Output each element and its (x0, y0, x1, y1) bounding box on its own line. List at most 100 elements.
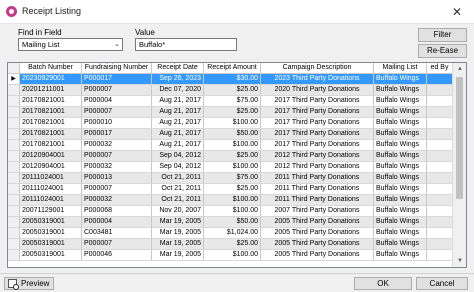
mailing-list-cell: Buffalo Wings (374, 250, 427, 261)
table-row[interactable]: 20071129001 P000068 Nov 20, 2007 $100.00 200… (8, 206, 453, 217)
receipt-grid[interactable]: Batch Number Fundraising Number Receipt … (7, 62, 467, 268)
find-in-field-combo[interactable]: Mailing List ⌄ (18, 38, 123, 51)
campaign-description-cell: 2011 Third Party Donations (261, 195, 374, 206)
receipt-amount-cell: $50.00 (204, 129, 261, 140)
entered-by-cell (427, 85, 453, 96)
row-indicator[interactable] (8, 85, 20, 96)
row-indicator[interactable] (8, 250, 20, 261)
column-header-receipt-amount[interactable]: Receipt Amount (204, 63, 261, 73)
value-input[interactable]: Buffalo* (135, 38, 237, 51)
receipt-amount-cell: $1,024.00 (204, 228, 261, 239)
campaign-description-cell: 2020 Third Party Donations (261, 85, 374, 96)
re-ease-button[interactable]: Re-Ease (418, 44, 467, 58)
table-row[interactable]: 20111024001 P000007 Oct 21, 2011 $25.00 2011… (8, 184, 453, 195)
row-indicator[interactable] (8, 217, 20, 228)
row-indicator[interactable]: ▶ (8, 74, 20, 85)
mailing-list-cell: Buffalo Wings (374, 85, 427, 96)
receipt-date-cell: Aug 21, 2017 (152, 107, 204, 118)
row-indicator[interactable] (8, 173, 20, 184)
fundraising-number-cell: P000004 (82, 217, 152, 228)
fundraising-number-cell: P000068 (82, 206, 152, 217)
table-row[interactable]: 20120904001 P000007 Sep 04, 2012 $25.00 2012… (8, 151, 453, 162)
mailing-list-cell: Buffalo Wings (374, 239, 427, 250)
table-row[interactable]: 20170821001 P000032 Aug 21, 2017 $100.00 201… (8, 140, 453, 151)
batch-number-cell: 20230929001 (20, 74, 82, 85)
column-header-campaign-description[interactable]: Campaign Description (261, 63, 374, 73)
entered-by-cell (427, 74, 453, 85)
table-row[interactable]: 20170821001 P000010 Aug 21, 2017 $100.00 201… (8, 118, 453, 129)
scroll-up-icon[interactable]: ▲ (453, 63, 466, 75)
filter-button[interactable]: Filter (418, 28, 467, 42)
chevron-down-icon: ⌄ (114, 41, 120, 48)
table-row[interactable]: 20170821001 P000017 Aug 21, 2017 $50.00 2017… (8, 129, 453, 140)
row-indicator[interactable] (8, 140, 20, 151)
row-indicator-header (8, 63, 20, 73)
receipt-amount-cell: $100.00 (204, 195, 261, 206)
fundraising-number-cell: P000007 (82, 239, 152, 250)
table-row[interactable]: 20050319001 P000046 Mar 19, 2005 $100.00 200… (8, 250, 453, 261)
table-row[interactable]: 20170821001 P000004 Aug 21, 2017 $75.00 2017… (8, 96, 453, 107)
fundraising-number-cell: C003481 (82, 228, 152, 239)
mailing-list-cell: Buffalo Wings (374, 107, 427, 118)
ok-button[interactable]: OK (354, 277, 412, 290)
vertical-scrollbar[interactable]: ▲ ▼ (452, 63, 466, 267)
receipt-date-cell: Oct 21, 2011 (152, 195, 204, 206)
table-row[interactable]: 20170821001 P000007 Aug 21, 2017 $25.00 2017… (8, 107, 453, 118)
preview-button[interactable]: Preview (4, 277, 54, 290)
scroll-thumb[interactable] (456, 77, 463, 199)
receipt-date-cell: Mar 19, 2005 (152, 250, 204, 261)
row-indicator[interactable] (8, 162, 20, 173)
row-indicator[interactable] (8, 195, 20, 206)
row-indicator[interactable] (8, 239, 20, 250)
row-indicator[interactable] (8, 96, 20, 107)
row-indicator[interactable] (8, 206, 20, 217)
table-row[interactable]: 20120904001 P000032 Sep 04, 2012 $100.00 201… (8, 162, 453, 173)
receipt-amount-cell: $25.00 (204, 151, 261, 162)
column-header-mailing-list[interactable]: Mailing List (374, 63, 427, 73)
row-indicator[interactable] (8, 151, 20, 162)
receipt-date-cell: Aug 21, 2017 (152, 96, 204, 107)
row-indicator[interactable] (8, 107, 20, 118)
cancel-button[interactable]: Cancel (416, 277, 468, 290)
table-row[interactable]: 20201211001 P000007 Dec 07, 2020 $25.00 2020… (8, 85, 453, 96)
table-row[interactable]: 20050319001 P000007 Mar 19, 2005 $25.00 2005… (8, 239, 453, 250)
mailing-list-cell: Buffalo Wings (374, 217, 427, 228)
batch-number-cell: 20111024001 (20, 195, 82, 206)
row-indicator[interactable] (8, 184, 20, 195)
fundraising-number-cell: P000004 (82, 96, 152, 107)
row-indicator[interactable] (8, 118, 20, 129)
row-indicator[interactable] (8, 228, 20, 239)
receipt-amount-cell: $100.00 (204, 206, 261, 217)
table-row[interactable]: 20050319001 C003481 Mar 19, 2005 $1,024.00 2… (8, 228, 453, 239)
mailing-list-cell: Buffalo Wings (374, 96, 427, 107)
campaign-description-cell: 2011 Third Party Donations (261, 173, 374, 184)
close-button[interactable]: ✕ (440, 0, 474, 24)
mailing-list-cell: Buffalo Wings (374, 162, 427, 173)
receipt-date-cell: Sep 04, 2012 (152, 151, 204, 162)
table-row[interactable]: 20111024001 P000032 Oct 21, 2011 $100.00 201… (8, 195, 453, 206)
row-indicator[interactable] (8, 129, 20, 140)
entered-by-cell (427, 118, 453, 129)
table-row[interactable]: 20111024001 P000013 Oct 21, 2011 $75.00 2011… (8, 173, 453, 184)
table-row[interactable]: ▶ 20230929001 P000017 Sep 26, 2023 $30.00 202… (8, 74, 453, 85)
receipt-amount-cell: $75.00 (204, 173, 261, 184)
receipt-date-cell: Mar 19, 2005 (152, 239, 204, 250)
column-header-entered-by[interactable]: ed By (427, 63, 453, 73)
receipt-date-cell: Oct 21, 2011 (152, 184, 204, 195)
batch-number-cell: 20071129001 (20, 206, 82, 217)
receipt-amount-cell: $75.00 (204, 96, 261, 107)
receipt-date-cell: Mar 19, 2005 (152, 228, 204, 239)
campaign-description-cell: 2012 Third Party Donations (261, 151, 374, 162)
receipt-amount-cell: $25.00 (204, 239, 261, 250)
find-in-field-label: Find in Field (18, 28, 62, 37)
column-header-fundraising-number[interactable]: Fundraising Number (82, 63, 152, 73)
fundraising-number-cell: P000032 (82, 162, 152, 173)
campaign-description-cell: 2017 Third Party Donations (261, 96, 374, 107)
campaign-description-cell: 2005 Third Party Donations (261, 250, 374, 261)
scroll-down-icon[interactable]: ▼ (453, 255, 466, 267)
campaign-description-cell: 2017 Third Party Donations (261, 140, 374, 151)
column-header-receipt-date[interactable]: Receipt Date (152, 63, 204, 73)
table-row[interactable]: 20050319001 P000004 Mar 19, 2005 $50.00 2005… (8, 217, 453, 228)
column-header-batch-number[interactable]: Batch Number (20, 63, 82, 73)
mailing-list-cell: Buffalo Wings (374, 129, 427, 140)
